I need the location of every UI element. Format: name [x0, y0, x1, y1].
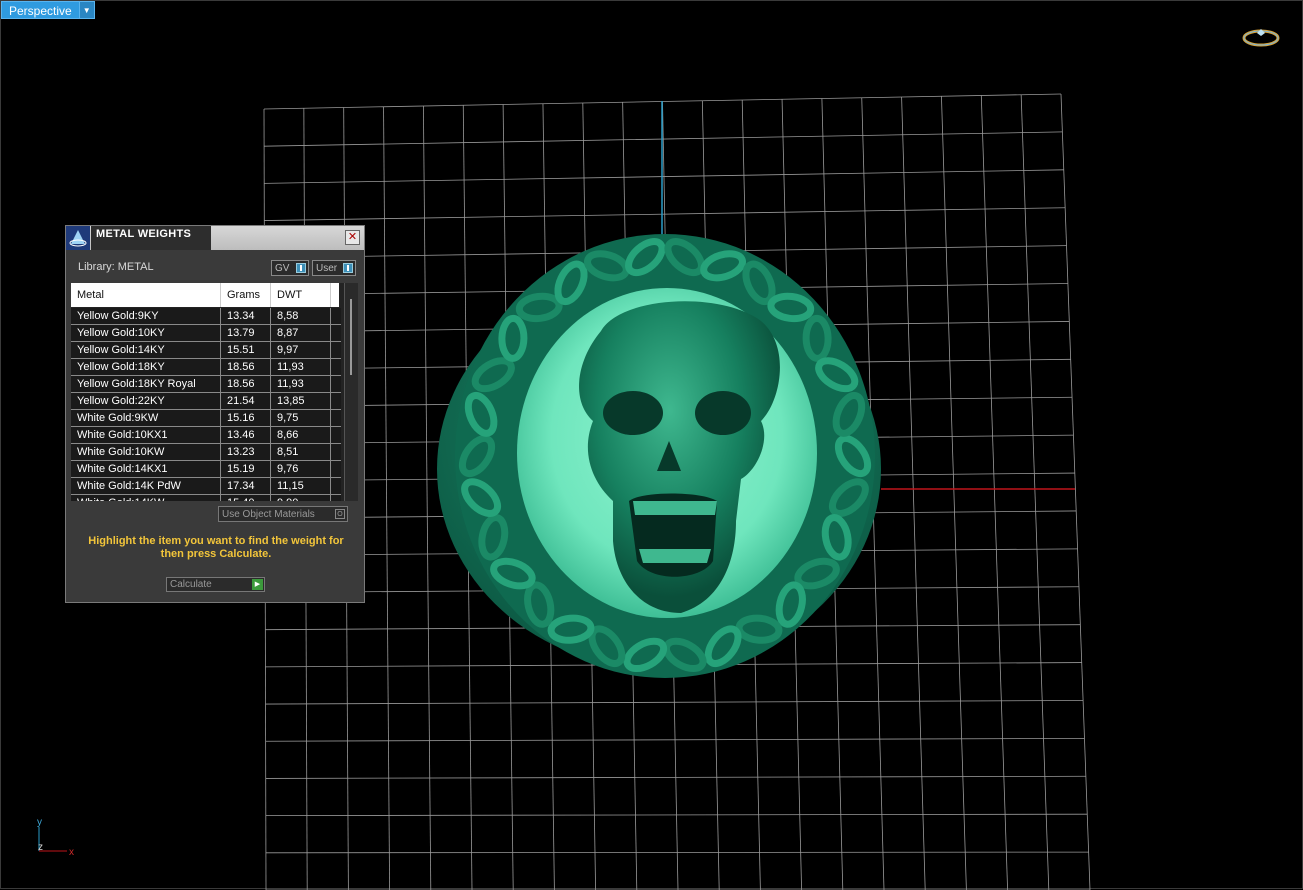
cell-grams: 18.56 — [221, 359, 271, 375]
cell-spacer — [331, 359, 341, 375]
user-toggle[interactable]: User — [312, 260, 356, 276]
cell-spacer — [331, 325, 341, 341]
cell-metal: Yellow Gold:18KY — [71, 359, 221, 375]
cell-metal: Yellow Gold:18KY Royal — [71, 376, 221, 392]
use-object-materials-toggle[interactable]: Use Object Materials O — [218, 506, 348, 522]
cell-grams: 18.56 — [221, 376, 271, 392]
cell-spacer — [331, 393, 341, 409]
table-row[interactable]: Yellow Gold:18KY18.5611,93 — [71, 359, 341, 376]
gv-toggle-label: GV — [275, 263, 289, 274]
cell-grams: 15.51 — [221, 342, 271, 358]
cell-dwt: 8,87 — [271, 325, 331, 341]
table-row[interactable]: White Gold:14KX115.199,76 — [71, 461, 341, 478]
cell-dwt: 9,97 — [271, 342, 331, 358]
cell-spacer — [331, 478, 341, 494]
cell-dwt: 8,66 — [271, 427, 331, 443]
view-mode-dropdown[interactable]: Perspective ▼ — [1, 1, 95, 19]
cell-metal: White Gold:14K PdW — [71, 478, 221, 494]
cell-grams: 15.16 — [221, 410, 271, 426]
axis-label-z: z — [38, 842, 43, 853]
cell-grams: 13.34 — [221, 308, 271, 324]
cell-dwt: 11,93 — [271, 359, 331, 375]
app-logo-icon — [66, 226, 90, 250]
table-row[interactable]: Yellow Gold:14KY15.519,97 — [71, 342, 341, 359]
table-row[interactable]: White Gold:14K PdW17.3411,15 — [71, 478, 341, 495]
cell-dwt: 8,51 — [271, 444, 331, 460]
library-label: Library: METAL — [78, 261, 154, 273]
user-toggle-label: User — [316, 263, 337, 274]
cell-metal: White Gold:10KW — [71, 444, 221, 460]
cell-metal: Yellow Gold:9KY — [71, 308, 221, 324]
cell-spacer — [331, 376, 341, 392]
table-header: Metal Grams DWT — [71, 283, 339, 307]
table-row[interactable]: Yellow Gold:9KY13.348,58 — [71, 308, 341, 325]
table-row[interactable]: White Gold:10KX113.468,66 — [71, 427, 341, 444]
close-icon[interactable]: ✕ — [345, 230, 360, 245]
instruction-text: Highlight the item you want to find the … — [76, 535, 356, 561]
axis-label-x: x — [69, 847, 74, 858]
cell-grams: 13.46 — [221, 427, 271, 443]
skull-ring-model[interactable] — [437, 234, 881, 678]
cell-spacer — [331, 308, 341, 324]
chevron-down-icon[interactable]: ▼ — [80, 1, 95, 19]
cell-dwt: 13,85 — [271, 393, 331, 409]
cell-spacer — [331, 342, 341, 358]
cell-dwt: 9,75 — [271, 410, 331, 426]
table-scrollbar[interactable] — [344, 283, 358, 501]
cell-metal: White Gold:14KW — [71, 495, 221, 501]
toggle-switch-icon — [296, 263, 306, 273]
ring-preview-icon[interactable] — [1241, 27, 1281, 49]
table-row[interactable]: Yellow Gold:22KY21.5413,85 — [71, 393, 341, 410]
cell-grams: 15.40 — [221, 495, 271, 501]
table-row[interactable]: White Gold:9KW15.169,75 — [71, 410, 341, 427]
table-row[interactable]: Yellow Gold:10KY13.798,87 — [71, 325, 341, 342]
play-icon: ▶ — [252, 579, 263, 590]
cell-metal: White Gold:10KX1 — [71, 427, 221, 443]
cell-metal: White Gold:9KW — [71, 410, 221, 426]
cell-metal: Yellow Gold:14KY — [71, 342, 221, 358]
axis-label-y: y — [37, 817, 42, 828]
cell-spacer — [331, 410, 341, 426]
view-mode-label: Perspective — [1, 1, 80, 19]
cell-grams: 13.79 — [221, 325, 271, 341]
toggle-switch-icon — [343, 263, 353, 273]
use-object-materials-label: Use Object Materials — [222, 509, 315, 520]
cell-spacer — [331, 495, 341, 501]
cell-grams: 21.54 — [221, 393, 271, 409]
cell-metal: Yellow Gold:22KY — [71, 393, 221, 409]
cell-metal: White Gold:14KX1 — [71, 461, 221, 477]
scrollbar-thumb[interactable] — [350, 299, 352, 375]
cell-spacer — [331, 427, 341, 443]
toggle-off-icon: O — [335, 509, 345, 519]
cell-dwt: 9,90 — [271, 495, 331, 501]
column-header-dwt[interactable]: DWT — [271, 283, 331, 307]
metal-table[interactable]: Metal Grams DWT Yellow Gold:9KY13.348,58… — [71, 283, 358, 501]
panel-header[interactable]: METAL WEIGHTS ✕ — [66, 226, 364, 250]
cell-dwt: 11,93 — [271, 376, 331, 392]
cell-spacer — [331, 444, 341, 460]
metal-weights-panel[interactable]: METAL WEIGHTS ✕ Library: METAL GV User M… — [65, 225, 365, 603]
calculate-label: Calculate — [170, 579, 212, 590]
table-row[interactable]: White Gold:10KW13.238,51 — [71, 444, 341, 461]
column-header-metal[interactable]: Metal — [71, 283, 221, 307]
gv-toggle[interactable]: GV — [271, 260, 309, 276]
cell-grams: 17.34 — [221, 478, 271, 494]
column-header-grams[interactable]: Grams — [221, 283, 271, 307]
table-body: Yellow Gold:9KY13.348,58Yellow Gold:10KY… — [71, 308, 341, 501]
calculate-button[interactable]: Calculate ▶ — [166, 577, 265, 592]
axis-triad-icon: y z x — [31, 813, 81, 859]
cell-grams: 15.19 — [221, 461, 271, 477]
cell-dwt: 9,76 — [271, 461, 331, 477]
cell-grams: 13.23 — [221, 444, 271, 460]
panel-title: METAL WEIGHTS — [91, 226, 211, 250]
table-row[interactable]: Yellow Gold:18KY Royal18.5611,93 — [71, 376, 341, 393]
cell-dwt: 8,58 — [271, 308, 331, 324]
cell-metal: Yellow Gold:10KY — [71, 325, 221, 341]
table-row[interactable]: White Gold:14KW15.409,90 — [71, 495, 341, 501]
cell-spacer — [331, 461, 341, 477]
cell-dwt: 11,15 — [271, 478, 331, 494]
